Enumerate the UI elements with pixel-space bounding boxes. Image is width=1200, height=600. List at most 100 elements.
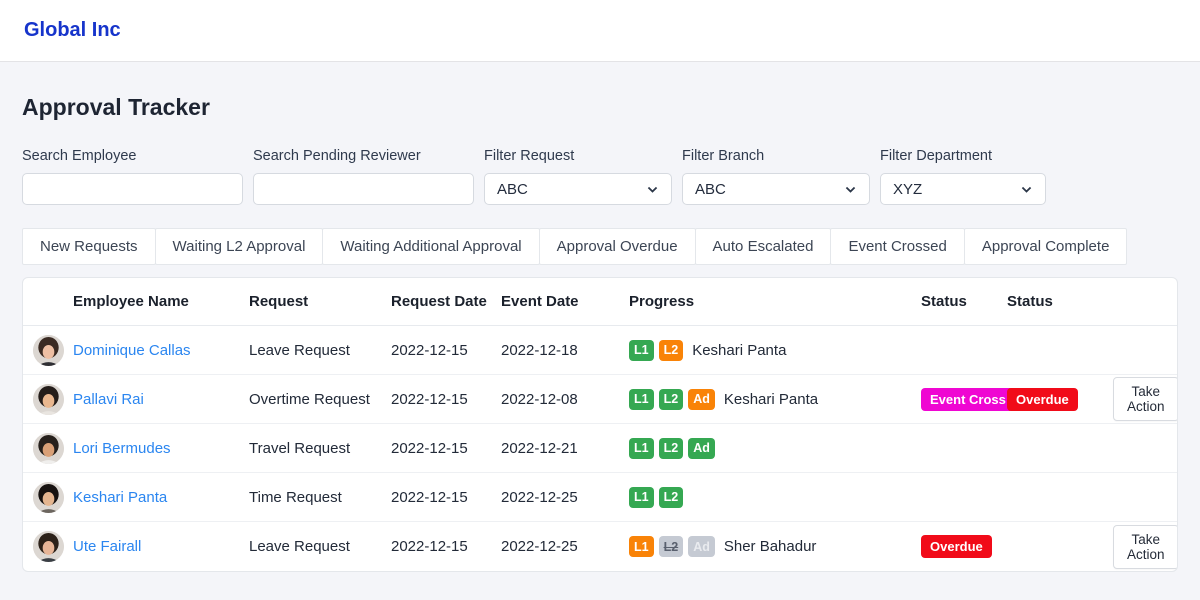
- chevron-down-icon: [1021, 186, 1032, 193]
- header-request: Request: [249, 293, 309, 310]
- tab[interactable]: Waiting Additional Approval: [322, 228, 540, 265]
- employee-name-link[interactable]: Keshari Panta: [73, 489, 167, 506]
- filter-group: Search Pending Reviewer: [253, 148, 474, 205]
- tab[interactable]: New Requests: [22, 228, 156, 265]
- progress-step-ad: Ad: [688, 388, 715, 410]
- employee-name-cell: Keshari Panta: [73, 489, 249, 506]
- tab[interactable]: Event Crossed: [830, 228, 965, 265]
- employee-name-link[interactable]: Dominique Callas: [73, 342, 191, 359]
- filter-label: Filter Branch: [682, 148, 765, 164]
- action-cell: Take Action: [1113, 377, 1177, 421]
- request-cell: Overtime Request: [249, 390, 370, 408]
- progress-step-l1: L1: [629, 339, 654, 361]
- filter-text-input[interactable]: [253, 173, 474, 205]
- progress-step-l2: L2: [658, 536, 684, 557]
- tab-bar: New Requests Waiting L2 Approval Waiting A…: [22, 228, 1178, 265]
- event-date-cell: 2022-12-08: [501, 390, 578, 408]
- filter-label: Filter Request: [484, 148, 575, 164]
- progress-cell: L1 L2 Ad: [629, 437, 921, 459]
- filter-bar: Search Employee Search Pending Reviewer …: [22, 148, 1178, 205]
- header-status-1: Status: [921, 293, 967, 310]
- filter-group: Filter Request ABC: [484, 148, 672, 205]
- progress-cell: L1 L2 Keshari Panta: [629, 339, 921, 361]
- header-employee-name: Employee Name: [73, 293, 189, 310]
- avatar-cell: [23, 383, 73, 415]
- progress-step-ad: Ad: [688, 437, 715, 459]
- progress-step-l2: L2: [658, 339, 684, 361]
- filter-select[interactable]: ABC: [682, 173, 870, 205]
- employee-name-link[interactable]: Pallavi Rai: [73, 391, 144, 408]
- filter-select-value: ABC: [497, 180, 528, 198]
- approvals-table: Employee Name Request Request Date Event…: [22, 277, 1178, 572]
- employee-name-link[interactable]: Ute Fairall: [73, 538, 141, 555]
- request-cell: Time Request: [249, 488, 342, 506]
- header-request-date: Request Date: [391, 293, 487, 310]
- event-date-cell: 2022-12-21: [501, 439, 578, 457]
- take-action-button[interactable]: Take Action: [1113, 524, 1177, 569]
- table-body: Dominique Callas Leave Request 2022-12-1…: [23, 326, 1177, 571]
- header-progress: Progress: [629, 293, 695, 310]
- avatar-photo: [32, 334, 64, 366]
- pending-reviewer: Keshari Panta: [692, 341, 787, 359]
- avatar-cell: [23, 531, 73, 562]
- filter-select[interactable]: XYZ: [880, 173, 1046, 205]
- status-badge: Event Cross: [921, 387, 1015, 411]
- filter-label: Filter Department: [880, 148, 993, 164]
- table-row: Ute Fairall Leave Request 2022-12-15 202…: [23, 522, 1177, 571]
- employee-name-link[interactable]: Lori Bermudes: [73, 440, 171, 457]
- progress-step-l1: L1: [629, 486, 654, 508]
- avatar-cell: [23, 481, 73, 513]
- chevron-down-icon: [845, 186, 856, 193]
- request-cell: Leave Request: [249, 341, 350, 359]
- avatar-photo: [32, 383, 64, 415]
- filter-text-input[interactable]: [22, 173, 243, 205]
- event-date-cell: 2022-12-25: [501, 488, 578, 506]
- progress-cell: L1 L2 Ad Keshari Panta: [629, 388, 921, 410]
- request-date-cell: 2022-12-15: [391, 439, 468, 457]
- avatar: [32, 383, 64, 415]
- filter-select[interactable]: ABC: [484, 173, 672, 205]
- request-date-cell: 2022-12-15: [391, 341, 468, 359]
- progress-step-l1: L1: [629, 388, 654, 410]
- avatar: [32, 481, 64, 513]
- tab[interactable]: Auto Escalated: [694, 228, 832, 265]
- status-cell-1: Overdue: [921, 535, 1007, 558]
- progress-step-l2: L2: [658, 437, 684, 459]
- event-date-cell: 2022-12-18: [501, 341, 578, 359]
- status-badge: Overdue: [921, 535, 992, 558]
- filter-group: Search Employee: [22, 148, 243, 205]
- employee-name-cell: Pallavi Rai: [73, 391, 249, 408]
- table-row: Keshari Panta Time Request 2022-12-15 20…: [23, 473, 1177, 522]
- request-cell: Travel Request: [249, 439, 351, 457]
- filter-select-value: ABC: [695, 180, 726, 198]
- tab[interactable]: Waiting L2 Approval: [154, 228, 324, 265]
- status-badge: Overdue: [1007, 387, 1078, 411]
- employee-name-cell: Ute Fairall: [73, 538, 249, 555]
- request-cell: Leave Request: [249, 538, 350, 555]
- header-status-2: Status: [1007, 293, 1053, 310]
- progress-step-l2: L2: [658, 486, 684, 508]
- filter-label: Search Pending Reviewer: [253, 148, 421, 164]
- brand-logo[interactable]: Global Inc: [24, 19, 121, 42]
- employee-name-cell: Dominique Callas: [73, 342, 249, 359]
- filter-label: Search Employee: [22, 148, 137, 164]
- filter-group: Filter Branch ABC: [682, 148, 870, 205]
- tab[interactable]: Approval Complete: [963, 228, 1128, 265]
- pending-reviewer: Sher Bahadur: [723, 538, 817, 555]
- request-date-cell: 2022-12-15: [391, 390, 468, 408]
- table-header-row: Employee Name Request Request Date Event…: [23, 278, 1177, 326]
- tab[interactable]: Approval Overdue: [538, 228, 696, 265]
- request-date-cell: 2022-12-15: [391, 488, 468, 506]
- take-action-button[interactable]: Take Action: [1113, 377, 1177, 421]
- progress-step-l1: L1: [629, 437, 654, 459]
- progress-cell: L1 L2 Ad Sher Bahadur: [629, 536, 921, 557]
- header-event-date: Event Date: [501, 293, 579, 310]
- avatar: [32, 531, 64, 562]
- progress-cell: L1 L2: [629, 486, 921, 508]
- avatar-cell: [23, 334, 73, 366]
- status-cell-2: Overdue: [1007, 387, 1113, 411]
- table-row: Dominique Callas Leave Request 2022-12-1…: [23, 326, 1177, 375]
- filter-select-value: XYZ: [893, 180, 923, 198]
- page-title: Approval Tracker: [22, 94, 210, 120]
- progress-step-l2: L2: [658, 388, 684, 410]
